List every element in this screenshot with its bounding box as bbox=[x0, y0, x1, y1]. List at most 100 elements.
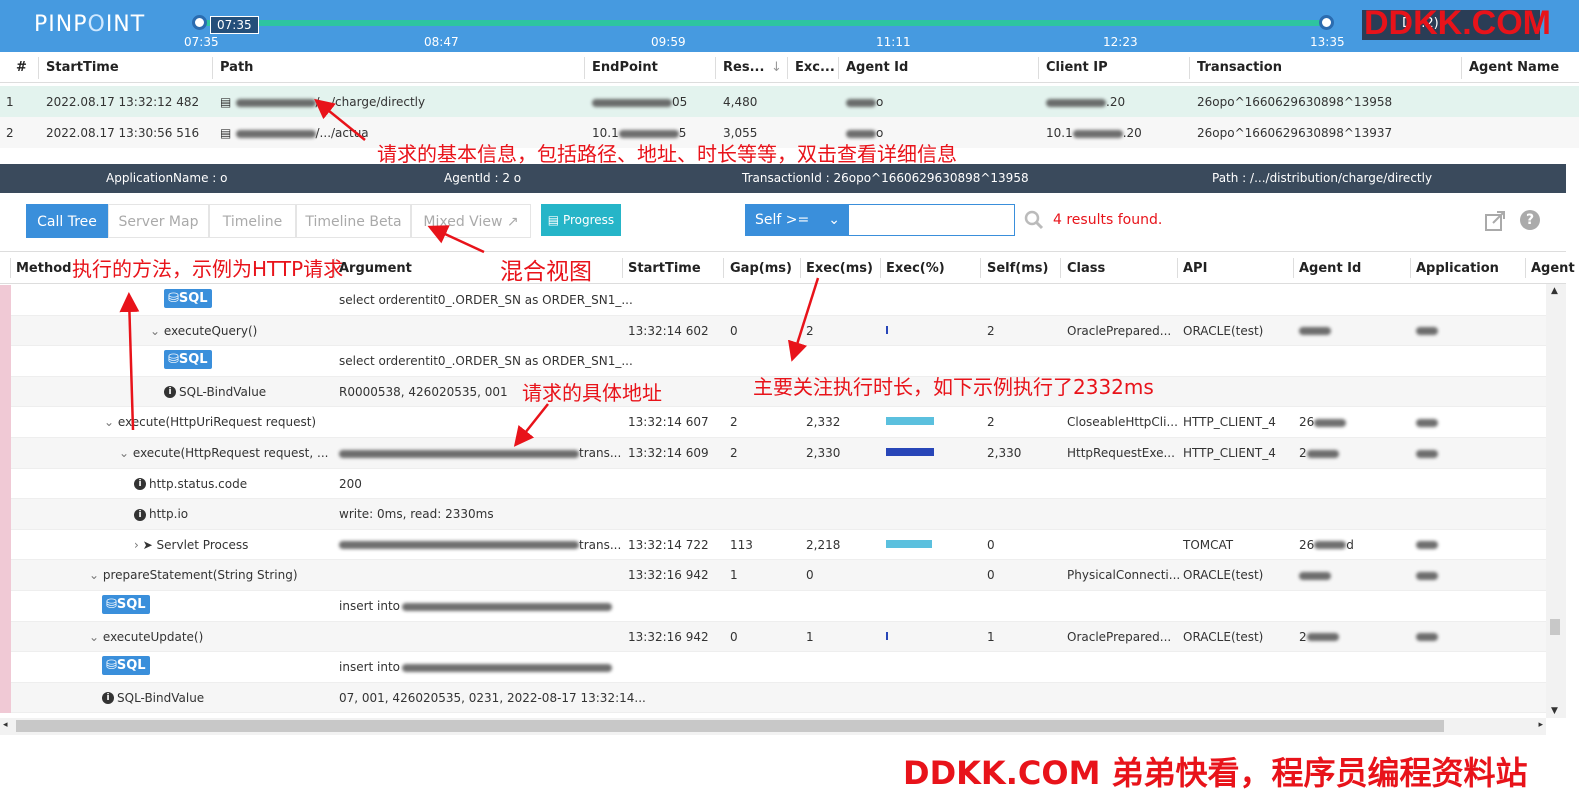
method-cell: ⌄ executeUpdate() bbox=[89, 630, 203, 644]
col-client-ip[interactable]: Client IP bbox=[1046, 60, 1108, 75]
table-row[interactable]: ⌄ execute(HttpRequest request, ... trans.… bbox=[0, 438, 1546, 469]
row-marker bbox=[0, 529, 11, 561]
tab-call-tree[interactable]: Call Tree bbox=[26, 204, 108, 238]
masked-text bbox=[339, 541, 579, 550]
chevron-down-icon[interactable]: ⌄ bbox=[119, 446, 129, 460]
popout-icon[interactable] bbox=[1484, 210, 1506, 232]
col-agent-id[interactable]: Agent Id bbox=[1299, 261, 1361, 276]
application-cell bbox=[1416, 568, 1438, 582]
table-row[interactable]: ⌄ prepareStatement(String String) 13:32:1… bbox=[0, 560, 1546, 591]
api-cell: ORACLE(test) bbox=[1183, 568, 1264, 583]
col-agent[interactable]: Agent bbox=[1531, 261, 1575, 276]
argument-cell: 200 bbox=[339, 477, 362, 491]
transaction-row[interactable]: 1 2022.08.17 13:32:12 482 ▤ /.../charge/… bbox=[0, 86, 1579, 117]
pinpoint-logo[interactable]: PINPOINT bbox=[34, 12, 145, 37]
chevron-right-icon[interactable]: › bbox=[134, 538, 139, 552]
scroll-down-icon[interactable]: ▼ bbox=[1551, 706, 1558, 716]
start-cell: 13:32:14 602 bbox=[628, 323, 709, 338]
table-row[interactable]: i SQL-BindValue 07, 001, 426020535, 0231, … bbox=[0, 682, 1546, 714]
progress-button[interactable]: ▤ Progress bbox=[541, 204, 621, 236]
sort-down-icon[interactable]: ↓ bbox=[771, 60, 782, 75]
masked-text bbox=[592, 98, 672, 107]
col-exec[interactable]: Exec(ms) bbox=[806, 261, 873, 276]
help-icon[interactable]: ? bbox=[1520, 210, 1540, 230]
col-res[interactable]: Res... bbox=[723, 60, 764, 75]
self-filter-select[interactable]: Self >= ⌄ bbox=[745, 204, 848, 236]
argument-cell: select orderentit0_.ORDER_SN as ORDER_SN… bbox=[339, 293, 633, 307]
timeline-slider-track[interactable] bbox=[200, 20, 1328, 26]
timeline-end-handle[interactable] bbox=[1319, 15, 1334, 30]
col-method[interactable]: Method bbox=[16, 261, 71, 276]
row-marker bbox=[0, 315, 11, 347]
exec-cell: 1 bbox=[806, 629, 814, 644]
col-self[interactable]: Self(ms) bbox=[987, 261, 1048, 276]
col-num[interactable]: # bbox=[16, 60, 27, 75]
horizontal-scroll-thumb[interactable] bbox=[16, 720, 1444, 732]
scroll-right-icon[interactable]: ▸ bbox=[1538, 720, 1543, 730]
table-row[interactable]: ⛁SQL insert into bbox=[0, 652, 1546, 683]
masked-text bbox=[1299, 571, 1331, 580]
table-row[interactable]: ⛁SQL select orderentit0_.ORDER_SN as ORDE… bbox=[0, 285, 1546, 316]
table-row[interactable]: ⌄ executeUpdate() 13:32:16 942 0 1 1 OraclePr… bbox=[0, 621, 1546, 653]
tab-server-map[interactable]: Server Map bbox=[108, 204, 209, 238]
method-cell: ⛁SQL bbox=[164, 350, 212, 370]
column-divider bbox=[880, 258, 881, 278]
method-label: SQL-BindValue bbox=[179, 384, 267, 399]
search-icon[interactable] bbox=[1024, 210, 1044, 230]
col-path[interactable]: Path bbox=[220, 60, 253, 75]
scroll-left-icon[interactable]: ◂ bbox=[3, 720, 8, 730]
application-cell bbox=[1416, 630, 1438, 644]
column-divider bbox=[1177, 258, 1178, 278]
col-argument[interactable]: Argument bbox=[339, 261, 412, 276]
column-divider bbox=[622, 258, 623, 278]
watermark-top: DDKK.COM bbox=[1364, 4, 1551, 42]
argument-text: trans... bbox=[579, 537, 622, 552]
exec-percent-bar bbox=[886, 631, 888, 640]
chevron-down-icon[interactable]: ⌄ bbox=[150, 324, 160, 338]
col-class[interactable]: Class bbox=[1067, 261, 1105, 276]
masked-text bbox=[1306, 633, 1339, 642]
table-row[interactable]: ⛁SQL insert into bbox=[0, 591, 1546, 622]
api-cell: HTTP_CLIENT_4 bbox=[1183, 446, 1276, 460]
masked-text bbox=[1046, 98, 1106, 107]
chevron-down-icon[interactable]: ⌄ bbox=[104, 415, 114, 429]
masked-text bbox=[1416, 541, 1438, 550]
tab-timeline-beta[interactable]: Timeline Beta bbox=[296, 204, 411, 238]
chevron-down-icon[interactable]: ⌄ bbox=[89, 568, 99, 582]
argument-cell: trans... bbox=[339, 446, 621, 460]
gap-cell: 0 bbox=[730, 629, 738, 644]
col-application[interactable]: Application bbox=[1416, 261, 1499, 276]
exec-percent-bar bbox=[886, 539, 932, 548]
timeline-start-handle[interactable] bbox=[192, 15, 207, 30]
col-exec-pct[interactable]: Exec(%) bbox=[886, 261, 945, 276]
col-endpoint[interactable]: EndPoint bbox=[592, 60, 658, 75]
col-agent-id[interactable]: Agent Id bbox=[846, 60, 908, 75]
chevron-down-icon[interactable]: ⌄ bbox=[89, 630, 99, 644]
tab-timeline[interactable]: Timeline bbox=[209, 204, 296, 238]
scroll-up-icon[interactable]: ▲ bbox=[1551, 286, 1558, 296]
progress-icon: ▤ bbox=[547, 213, 560, 227]
table-row[interactable]: › ➤ Servlet Process trans... 13:32:14 722 1… bbox=[0, 529, 1546, 561]
col-exc[interactable]: Exc... bbox=[795, 60, 835, 75]
current-time-label: 07:35 bbox=[210, 16, 259, 34]
self-filter-label: Self >= bbox=[755, 212, 810, 228]
col-agent-name[interactable]: Agent Name bbox=[1469, 60, 1559, 75]
col-transaction[interactable]: Transaction bbox=[1197, 60, 1282, 75]
vertical-scroll-thumb[interactable] bbox=[1550, 619, 1560, 635]
col-api[interactable]: API bbox=[1183, 261, 1207, 276]
application-cell bbox=[1416, 538, 1438, 552]
table-row[interactable]: i http.io write: 0ms, read: 2330ms bbox=[0, 499, 1546, 530]
row-client: .20 bbox=[1046, 95, 1125, 109]
method-cell: › ➤ Servlet Process bbox=[134, 538, 248, 552]
tab-mixed-view[interactable]: Mixed View ↗ bbox=[411, 204, 531, 238]
table-row[interactable]: i http.status.code 200 bbox=[0, 468, 1546, 500]
table-row[interactable]: ⌄ execute(HttpUriRequest request) 13:32:1… bbox=[0, 407, 1546, 438]
self-filter-input[interactable] bbox=[848, 204, 1015, 236]
method-label: Servlet Process bbox=[156, 537, 249, 552]
col-starttime[interactable]: StartTime bbox=[628, 261, 701, 276]
table-row[interactable]: ⌄ executeQuery() 13:32:14 602 0 2 2 OraclePre… bbox=[0, 315, 1546, 347]
vertical-scrollbar[interactable]: ▲ ▼ bbox=[1546, 284, 1566, 718]
col-gap[interactable]: Gap(ms) bbox=[730, 261, 792, 276]
self-cell: 0 bbox=[987, 568, 995, 583]
col-starttime[interactable]: StartTime bbox=[46, 60, 119, 75]
